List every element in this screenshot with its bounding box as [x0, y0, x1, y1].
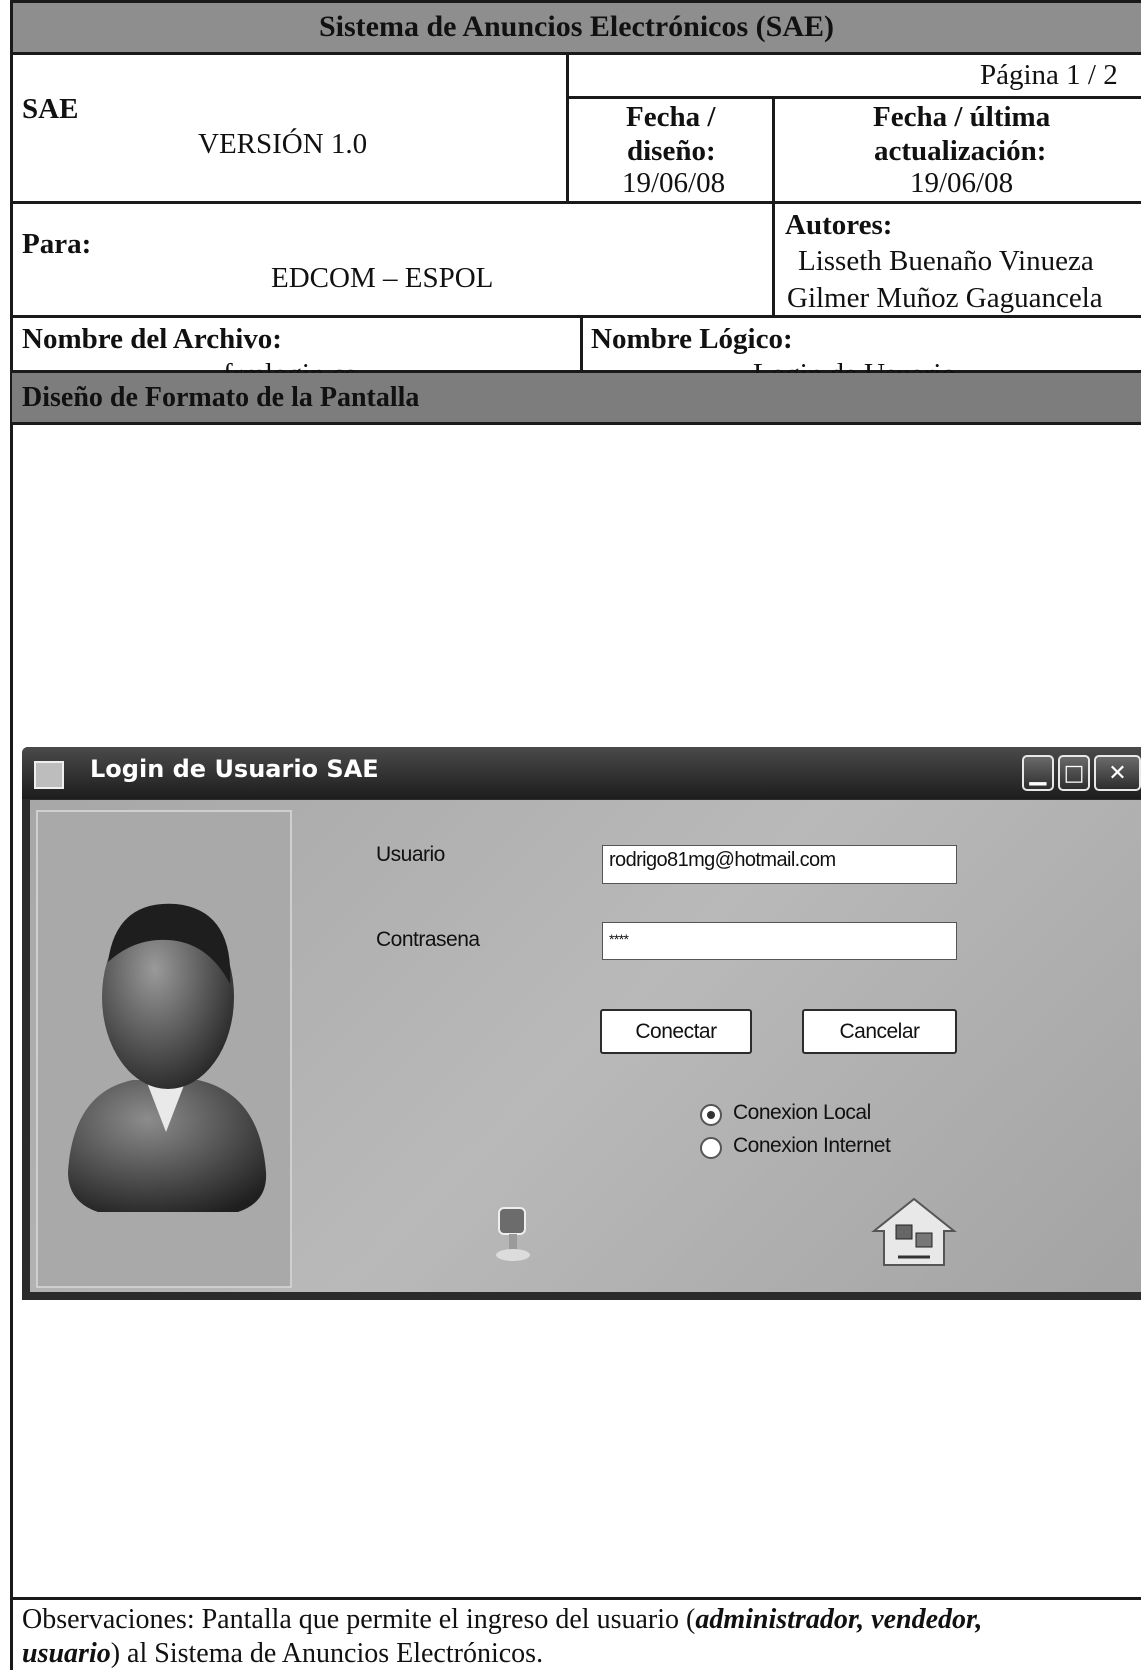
update-date-label: actualización:: [874, 135, 1047, 167]
radio-selected-dot: [707, 1111, 715, 1119]
observations-suffix: ) al Sistema de Anuncios Electrónicos.: [110, 1638, 544, 1669]
update-date: 19/06/08: [910, 167, 1014, 199]
password-label: Contrasena: [376, 928, 480, 951]
design-date-label: diseño:: [627, 135, 716, 167]
password-input[interactable]: ****: [602, 922, 957, 960]
update-date-label: Fecha / última: [873, 101, 1051, 133]
table-line: [566, 52, 569, 203]
design-date: 19/06/08: [622, 167, 726, 199]
observations-roles: administrador, vendedor,: [695, 1604, 983, 1635]
user-input[interactable]: rodrigo81mg@hotmail.com: [602, 845, 957, 884]
table-border-top: [10, 0, 1141, 3]
minimize-button[interactable]: ▁: [1022, 755, 1054, 791]
table-line: [10, 52, 1141, 55]
table-line: [10, 1597, 1141, 1600]
design-date-label: Fecha /: [626, 101, 716, 133]
observations-line-2: usuario) al Sistema de Anuncios Electrón…: [22, 1638, 543, 1670]
window-title: Login de Usuario SAE: [90, 755, 379, 783]
table-line: [10, 422, 1141, 425]
observations-prefix: Observaciones: Pantalla que permite el i…: [22, 1604, 696, 1635]
radio-local-label[interactable]: Conexion Local: [733, 1101, 871, 1125]
table-line: [10, 201, 1141, 204]
version-text: VERSIÓN 1.0: [198, 128, 368, 160]
table-line: [580, 315, 583, 372]
cancel-button[interactable]: Cancelar: [802, 1009, 957, 1054]
table-line: [566, 96, 1141, 99]
internet-connection-icon[interactable]: [868, 1195, 960, 1273]
connect-button[interactable]: Conectar: [600, 1009, 752, 1054]
observations: Observaciones: Pantalla que permite el i…: [22, 1604, 982, 1636]
section-title: Diseño de Formato de la Pantalla: [12, 373, 1141, 422]
table-border-left: [10, 0, 13, 1670]
window-titlebar[interactable]: Login de Usuario SAE ▁ □ ✕: [22, 747, 1141, 799]
page-number: Página 1 / 2: [980, 59, 1118, 91]
local-connection-icon[interactable]: [490, 1205, 536, 1265]
for-label: Para:: [22, 228, 92, 260]
maximize-button[interactable]: □: [1058, 755, 1090, 791]
author-name: Gilmer Muñoz Gaguancela: [787, 282, 1103, 314]
for-value: EDCOM – ESPOL: [271, 262, 494, 294]
close-button[interactable]: ✕: [1094, 755, 1141, 791]
table-line: [10, 315, 1141, 318]
radio-internet[interactable]: [700, 1137, 722, 1159]
radio-local[interactable]: [700, 1104, 722, 1126]
avatar-panel: [36, 810, 292, 1288]
system-title: Sistema de Anuncios Electrónicos (SAE): [12, 0, 1141, 53]
authors-label: Autores:: [785, 209, 893, 241]
user-avatar-icon: [68, 903, 267, 1212]
observations-role-user: usuario: [22, 1638, 111, 1669]
project-label: SAE: [22, 93, 79, 125]
logical-name-label: Nombre Lógico:: [591, 323, 793, 355]
window-app-icon: [34, 761, 64, 789]
author-name: Lisseth Buenaño Vinueza: [798, 245, 1094, 277]
user-label: Usuario: [376, 843, 445, 866]
radio-internet-label[interactable]: Conexion Internet: [733, 1134, 891, 1158]
table-line: [772, 96, 775, 317]
file-name-label: Nombre del Archivo:: [22, 323, 282, 355]
